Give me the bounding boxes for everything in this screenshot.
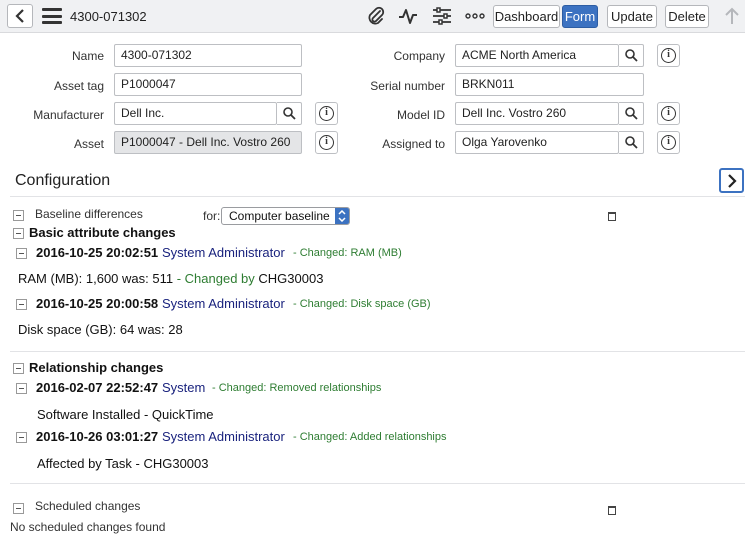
asset-info-button[interactable]: i <box>315 131 338 154</box>
assigned-search-button[interactable] <box>619 131 644 154</box>
change-user[interactable]: System Administrator <box>162 245 285 260</box>
basic-changes-title: Basic attribute changes <box>29 225 176 240</box>
change-entry-toggle[interactable] <box>16 248 27 259</box>
assigned-info-button[interactable]: i <box>657 131 680 154</box>
asset-label: Asset <box>73 137 104 151</box>
asset-field: P1000047 - Dell Inc. Vostro 260 <box>114 131 302 154</box>
change-detail: Software Installed - QuickTime <box>37 407 214 422</box>
manufacturer-search-button[interactable] <box>277 102 302 125</box>
info-icon: i <box>661 106 676 121</box>
for-label: for: <box>203 209 221 223</box>
baseline-select-value: Computer baseline <box>229 209 330 223</box>
relationship-changes-toggle[interactable] <box>13 363 24 374</box>
change-user[interactable]: System Administrator <box>162 296 285 311</box>
manufacturer-field[interactable]: Dell Inc. <box>114 102 277 125</box>
update-button[interactable]: Update <box>607 5 657 28</box>
change-summary: - Changed: Added relationships <box>293 431 447 443</box>
manufacturer-label: Manufacturer <box>33 108 104 122</box>
change-user[interactable]: System Administrator <box>162 429 285 444</box>
dashboard-button[interactable]: Dashboard <box>493 5 560 28</box>
more-icon[interactable] <box>463 5 487 27</box>
asset-tag-label: Asset tag <box>53 79 104 93</box>
baseline-select[interactable]: Computer baseline <box>221 207 350 225</box>
up-arrow-icon[interactable] <box>720 5 744 27</box>
paperclip-icon[interactable] <box>364 5 388 27</box>
info-icon: i <box>661 48 676 63</box>
company-search-button[interactable] <box>619 44 644 67</box>
scheduled-empty-message: No scheduled changes found <box>10 520 166 534</box>
name-label: Name <box>71 49 104 63</box>
manufacturer-info-button[interactable]: i <box>315 102 338 125</box>
divider <box>10 351 745 352</box>
model-id-field[interactable]: Dell Inc. Vostro 260 <box>455 102 619 125</box>
info-icon: i <box>319 106 334 121</box>
scheduled-changes-label: Scheduled changes <box>35 499 141 513</box>
divider <box>10 196 745 197</box>
change-summary: - Changed: Disk space (GB) <box>293 298 431 310</box>
change-date: 2016-10-25 20:02:51 <box>36 245 159 260</box>
record-title: 4300-071302 <box>70 9 147 24</box>
change-detail: Affected by Task - CHG30003 <box>37 456 209 471</box>
company-label: Company <box>393 49 445 63</box>
change-summary: - Changed: Removed relationships <box>212 382 382 394</box>
change-summary: - Changed: RAM (MB) <box>293 247 402 259</box>
company-info-button[interactable]: i <box>657 44 680 67</box>
serial-number-label: Serial number <box>370 79 445 93</box>
change-detail: RAM (MB): 1,600 was: 511 - Changed by CH… <box>18 271 324 286</box>
back-button[interactable] <box>7 4 33 28</box>
form-header: 4300-071302 Dashboard Form Update Delete <box>0 0 745 33</box>
trash-icon[interactable] <box>608 212 616 221</box>
change-entry-toggle[interactable] <box>16 383 27 394</box>
assigned-to-field[interactable]: Olga Yarovenko <box>455 131 619 154</box>
baseline-label: Baseline differences <box>35 207 143 221</box>
model-id-label: Model ID <box>396 108 445 122</box>
assigned-to-label: Assigned to <box>382 137 445 151</box>
chevron-right-icon <box>727 173 737 188</box>
trash-icon[interactable] <box>608 506 616 515</box>
model-info-button[interactable]: i <box>657 102 680 125</box>
divider <box>10 483 745 484</box>
change-detail: Disk space (GB): 64 was: 28 <box>18 322 183 337</box>
scheduled-changes-toggle[interactable] <box>13 503 24 514</box>
company-field[interactable]: ACME North America <box>455 44 619 67</box>
activity-icon[interactable] <box>396 5 420 27</box>
info-icon: i <box>661 135 676 150</box>
settings-icon[interactable] <box>430 5 454 27</box>
change-request-link[interactable]: CHG30003 <box>258 271 323 286</box>
change-entry-toggle[interactable] <box>16 299 27 310</box>
delete-button[interactable]: Delete <box>665 5 709 28</box>
asset-tag-field[interactable]: P1000047 <box>114 73 302 96</box>
change-user[interactable]: System <box>162 380 205 395</box>
change-entry-toggle[interactable] <box>16 432 27 443</box>
relationship-changes-title: Relationship changes <box>29 360 164 375</box>
change-date: 2016-02-07 22:52:47 <box>36 380 159 395</box>
basic-changes-toggle[interactable] <box>13 228 24 239</box>
name-field[interactable]: 4300-071302 <box>114 44 302 67</box>
form-button[interactable]: Form <box>562 5 598 28</box>
model-search-button[interactable] <box>619 102 644 125</box>
serial-number-field[interactable]: BRKN011 <box>455 73 644 96</box>
search-icon <box>624 107 638 120</box>
info-icon: i <box>319 135 334 150</box>
baseline-toggle[interactable] <box>13 210 24 221</box>
search-icon <box>282 107 296 120</box>
select-arrows-icon <box>335 208 349 224</box>
next-button[interactable] <box>719 168 744 193</box>
configuration-title: Configuration <box>15 172 111 189</box>
search-icon <box>624 136 638 149</box>
search-icon <box>624 49 638 62</box>
change-date: 2016-10-25 20:00:58 <box>36 296 159 311</box>
back-icon <box>15 9 24 23</box>
menu-icon[interactable] <box>42 8 62 24</box>
change-date: 2016-10-26 03:01:27 <box>36 429 159 444</box>
